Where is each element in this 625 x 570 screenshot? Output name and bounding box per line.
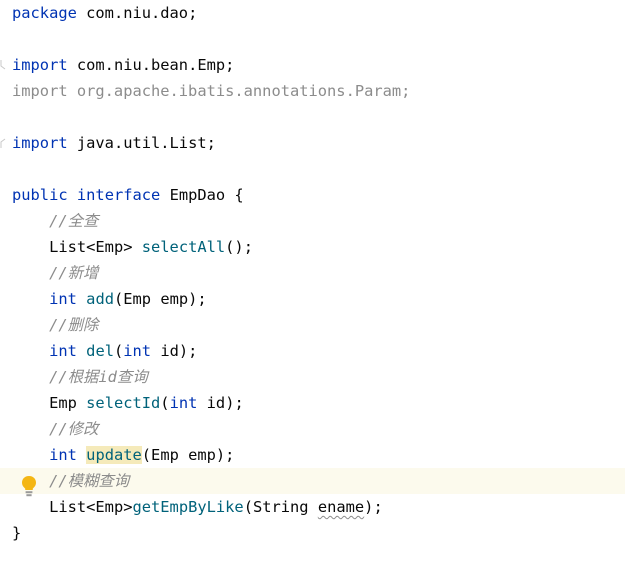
lightbulb-icon[interactable] bbox=[20, 474, 38, 498]
keyword: int bbox=[49, 290, 77, 308]
comment: //全查 bbox=[49, 212, 99, 230]
closing-brace: } bbox=[12, 524, 22, 542]
code-line[interactable]: //新增 bbox=[0, 260, 625, 286]
method-name: del bbox=[86, 342, 114, 360]
code-line[interactable]: List<Emp> selectAll(); bbox=[0, 234, 625, 260]
method-name: selectId bbox=[86, 394, 161, 412]
code-line[interactable]: import org.apache.ibatis.annotations.Par… bbox=[0, 78, 625, 104]
code-line[interactable]: //根据id查询 bbox=[0, 364, 625, 390]
code-line[interactable]: int add(Emp emp); bbox=[0, 286, 625, 312]
keyword: package bbox=[12, 4, 77, 22]
comment: //模糊查询 bbox=[49, 472, 130, 490]
code-line[interactable]: //全查 bbox=[0, 208, 625, 234]
unused-import: import org.apache.ibatis.annotations.Par… bbox=[12, 82, 411, 100]
keyword: int bbox=[123, 342, 152, 360]
method-name: add bbox=[86, 290, 114, 308]
keyword: int bbox=[49, 342, 77, 360]
parameter-name: ename bbox=[317, 498, 365, 516]
keyword: import bbox=[12, 134, 68, 152]
method-signature: (Emp emp); bbox=[141, 446, 235, 464]
method-signature: ); bbox=[364, 498, 383, 516]
return-type: Emp bbox=[49, 394, 87, 412]
comment: //新增 bbox=[49, 264, 99, 282]
method-signature: (Emp emp); bbox=[113, 290, 207, 308]
package-name: com.niu.dao; bbox=[76, 4, 198, 22]
method-signature: id); bbox=[151, 342, 198, 360]
code-line[interactable]: int update(Emp emp); bbox=[0, 442, 625, 468]
comment: //删除 bbox=[49, 316, 99, 334]
comment: //根据id查询 bbox=[49, 368, 148, 386]
keyword: public bbox=[12, 186, 68, 204]
method-signature: id); bbox=[197, 394, 244, 412]
code-line[interactable]: public interface EmpDao { bbox=[0, 182, 625, 208]
caret-line[interactable]: //模糊查询 bbox=[0, 468, 625, 494]
code-line[interactable]: List<Emp>getEmpByLike(String ename); bbox=[0, 494, 625, 520]
code-editor[interactable]: package com.niu.dao; import com.niu.bean… bbox=[0, 0, 625, 570]
keyword: import bbox=[12, 56, 68, 74]
comment: //修改 bbox=[49, 420, 99, 438]
code-line[interactable]: import com.niu.bean.Emp; bbox=[0, 52, 625, 78]
keyword: interface bbox=[76, 186, 161, 204]
return-type: List<Emp> bbox=[49, 238, 142, 256]
code-line[interactable]: //修改 bbox=[0, 416, 625, 442]
method-name: selectAll bbox=[141, 238, 226, 256]
method-name: getEmpByLike bbox=[132, 498, 244, 516]
class-declaration: EmpDao { bbox=[160, 186, 244, 204]
code-line[interactable]: //删除 bbox=[0, 312, 625, 338]
keyword: int bbox=[169, 394, 198, 412]
method-name-usage-highlight[interactable]: update bbox=[86, 446, 142, 464]
import-path: java.util.List; bbox=[67, 134, 216, 152]
method-signature: (String bbox=[243, 498, 318, 516]
code-line[interactable]: } bbox=[0, 520, 625, 546]
return-type: List<Emp> bbox=[49, 498, 133, 516]
import-path: com.niu.bean.Emp; bbox=[67, 56, 235, 74]
code-line[interactable]: Emp selectId(int id); bbox=[0, 390, 625, 416]
code-line[interactable]: int del(int id); bbox=[0, 338, 625, 364]
method-signature: (); bbox=[225, 238, 253, 256]
code-line[interactable]: import java.util.List; bbox=[0, 130, 625, 156]
keyword: int bbox=[49, 446, 77, 464]
code-line[interactable]: package com.niu.dao; bbox=[0, 0, 625, 26]
